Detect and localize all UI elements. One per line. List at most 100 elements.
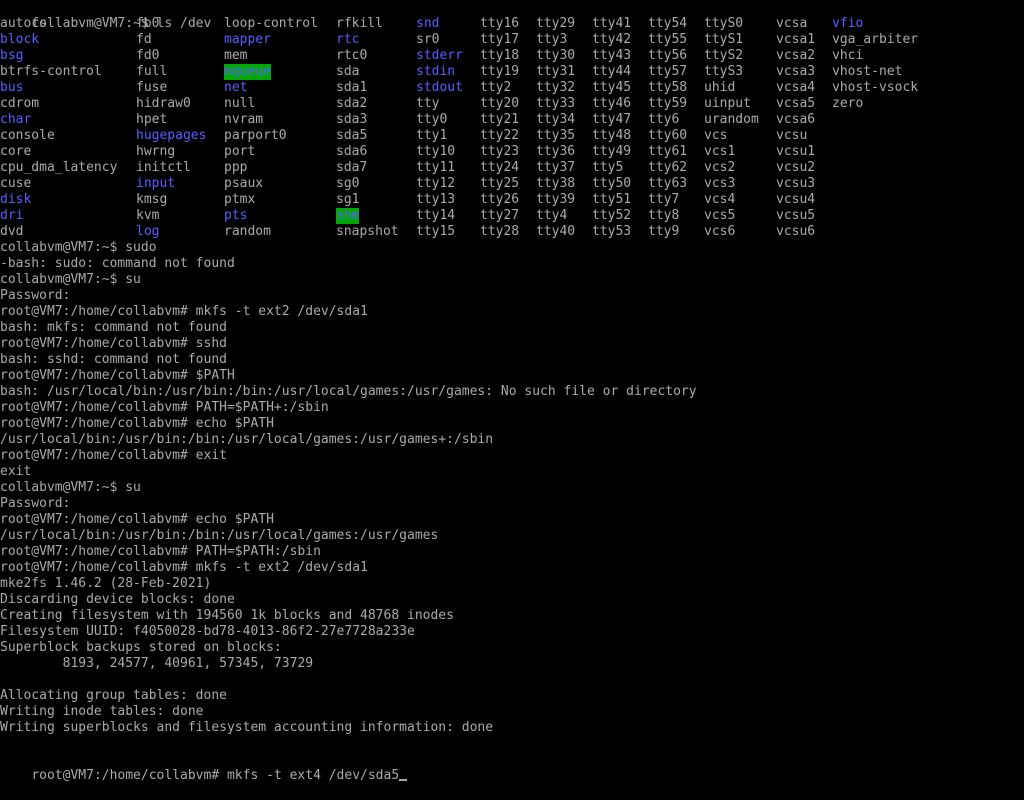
ls-entry: tty23: [480, 144, 520, 159]
ls-entry: char: [0, 112, 32, 127]
ls-entry: tty7: [648, 192, 680, 207]
ls-entry: vcsu6: [776, 224, 816, 239]
ls-entry: tty16: [480, 16, 520, 31]
ls-entry: vcsa3: [776, 64, 816, 79]
ls-entry: bsg: [0, 48, 24, 63]
ls-entry: tty12: [416, 176, 456, 191]
terminal-line: bash: mkfs: command not found: [0, 320, 227, 335]
ls-entry: hidraw0: [136, 96, 191, 111]
ls-entry: vcsa: [776, 16, 808, 31]
ls-entry: tty59: [648, 96, 688, 111]
ls-entry: vcsu1: [776, 144, 816, 159]
terminal-line: Password:: [0, 288, 71, 303]
ls-entry: vcs6: [704, 224, 736, 239]
ls-entry: vcs5: [704, 208, 736, 223]
ls-entry: vhci: [832, 48, 864, 63]
ls-entry: tty6: [648, 112, 680, 127]
ls-entry: tty53: [592, 224, 632, 239]
ls-entry: disk: [0, 192, 32, 207]
ls-entry: rfkill: [336, 16, 383, 31]
ls-entry: ttyS0: [704, 16, 744, 31]
ls-entry: vcs4: [704, 192, 736, 207]
terminal-line: root@VM7:/home/collabvm# PATH=$PATH+:/sb…: [0, 400, 329, 415]
ls-entry: tty3: [536, 32, 568, 47]
ls-entry: vcs2: [704, 160, 736, 175]
ls-entry: nvram: [224, 112, 264, 127]
ls-entry: vga_arbiter: [832, 32, 919, 47]
ls-entry: fd0: [136, 48, 160, 63]
ls-entry: rtc0: [336, 48, 368, 63]
ls-row: core hwrng port sda6 tty10 tty23 tty36 tty49 tty…: [0, 144, 1024, 160]
ls-entry: ttyS3: [704, 64, 744, 79]
terminal-line: /usr/local/bin:/usr/bin:/bin:/usr/local/…: [0, 528, 439, 543]
ls-entry: tty33: [536, 96, 576, 111]
ls-row: dri kvm pts shm tty14 tty27 tty4 tty52 tty8 vcs5 v…: [0, 208, 1024, 224]
terminal-line: collabvm@VM7:~$ sudo: [0, 240, 157, 255]
ls-entry: tty14: [416, 208, 456, 223]
terminal-line: Password:: [0, 496, 71, 511]
ls-entry: dri: [0, 208, 24, 223]
terminal-line: collabvm@VM7:~$ su: [0, 272, 141, 287]
ls-entry: ttyS2: [704, 48, 744, 63]
ls-row: bus fuse net sda1 stdout tty2 tty32 tty45 tty58 u…: [0, 80, 1024, 96]
terminal-line: Discarding device blocks: done: [0, 592, 235, 607]
terminal-line: root@VM7:/home/collabvm# mkfs -t ext2 /d…: [0, 560, 368, 575]
ls-entry: tty1: [416, 128, 448, 143]
ls-entry: tty19: [480, 64, 520, 79]
ls-entry: sg0: [336, 176, 360, 191]
ls-entry: tty8: [648, 208, 680, 223]
terminal-line: Creating filesystem with 194560 1k block…: [0, 608, 454, 623]
current-prompt-line[interactable]: root@VM7:/home/collabvm# mkfs -t ext4 /d…: [0, 752, 1024, 783]
ls-entry: full: [136, 64, 168, 79]
ls-entry: tty42: [592, 32, 632, 47]
ls-entry: uinput: [704, 96, 751, 111]
ls-entry: vhost-vsock: [832, 80, 919, 95]
ls-entry: tty25: [480, 176, 520, 191]
ls-entry: stdin: [416, 64, 456, 79]
ls-entry: tty24: [480, 160, 520, 175]
ls-entry: sr0: [416, 32, 440, 47]
ls-entry: tty0: [416, 112, 448, 127]
terminal-line: bash: /usr/local/bin:/usr/bin:/bin:/usr/…: [0, 384, 697, 399]
ls-row: console hugepages parport0 sda5 tty1 tty22 tty…: [0, 128, 1024, 144]
ls-entry: stderr: [416, 48, 463, 63]
terminal-line: root@VM7:/home/collabvm# echo $PATH: [0, 512, 274, 527]
ls-entry: loop-control: [224, 16, 318, 31]
ls-entry: port: [224, 144, 256, 159]
terminal-window[interactable]: collabvm@VM7:~$ ls /dev autofs fb0 loop-co…: [0, 0, 1024, 783]
ls-row: cdrom hidraw0 null sda2 tty tty20 tty33 tty46 tt…: [0, 96, 1024, 112]
ls-entry: tty5: [592, 160, 624, 175]
terminal-line: Writing inode tables: done: [0, 704, 204, 719]
ls-entry: tty13: [416, 192, 456, 207]
ls-entry: vfio: [832, 16, 864, 31]
ls-entry: zero: [832, 96, 864, 111]
ls-entry: bus: [0, 80, 24, 95]
ls-entry: tty4: [536, 208, 568, 223]
terminal-line: root@VM7:/home/collabvm# echo $PATH: [0, 416, 274, 431]
current-prompt-text[interactable]: root@VM7:/home/collabvm# mkfs -t ext4 /d…: [31, 768, 399, 783]
ls-entry: tty50: [592, 176, 632, 191]
terminal-line: root@VM7:/home/collabvm# exit: [0, 448, 227, 463]
ls-entry: console: [0, 128, 55, 143]
terminal-line: collabvm@VM7:~$ su: [0, 480, 141, 495]
terminal-line: mke2fs 1.46.2 (28-Feb-2021): [0, 576, 212, 591]
terminal-line: root@VM7:/home/collabvm# PATH=$PATH:/sbi…: [0, 544, 321, 559]
ls-entry: tty35: [536, 128, 576, 143]
ls-entry: vcsa2: [776, 48, 816, 63]
ls-entry: tty41: [592, 16, 632, 31]
ls-entry: sda1: [336, 80, 368, 95]
ls-entry: tty63: [648, 176, 688, 191]
terminal-line: -bash: sudo: command not found: [0, 256, 235, 271]
ls-row: autofs fb0 loop-control rfkill snd tty16 tty29…: [0, 16, 1024, 32]
terminal-line: root@VM7:/home/collabvm# $PATH: [0, 368, 235, 383]
ls-entry: random: [224, 224, 271, 239]
ls-entry: hugepages: [136, 128, 207, 143]
ls-entry: sda2: [336, 96, 368, 111]
ls-entry: vcsu2: [776, 160, 816, 175]
ls-entry: tty60: [648, 128, 688, 143]
ls-entry: vcsa1: [776, 32, 816, 47]
ls-entry: tty52: [592, 208, 632, 223]
ls-entry: tty10: [416, 144, 456, 159]
ls-entry: tty28: [480, 224, 520, 239]
terminal-line: root@VM7:/home/collabvm# mkfs -t ext2 /d…: [0, 304, 368, 319]
